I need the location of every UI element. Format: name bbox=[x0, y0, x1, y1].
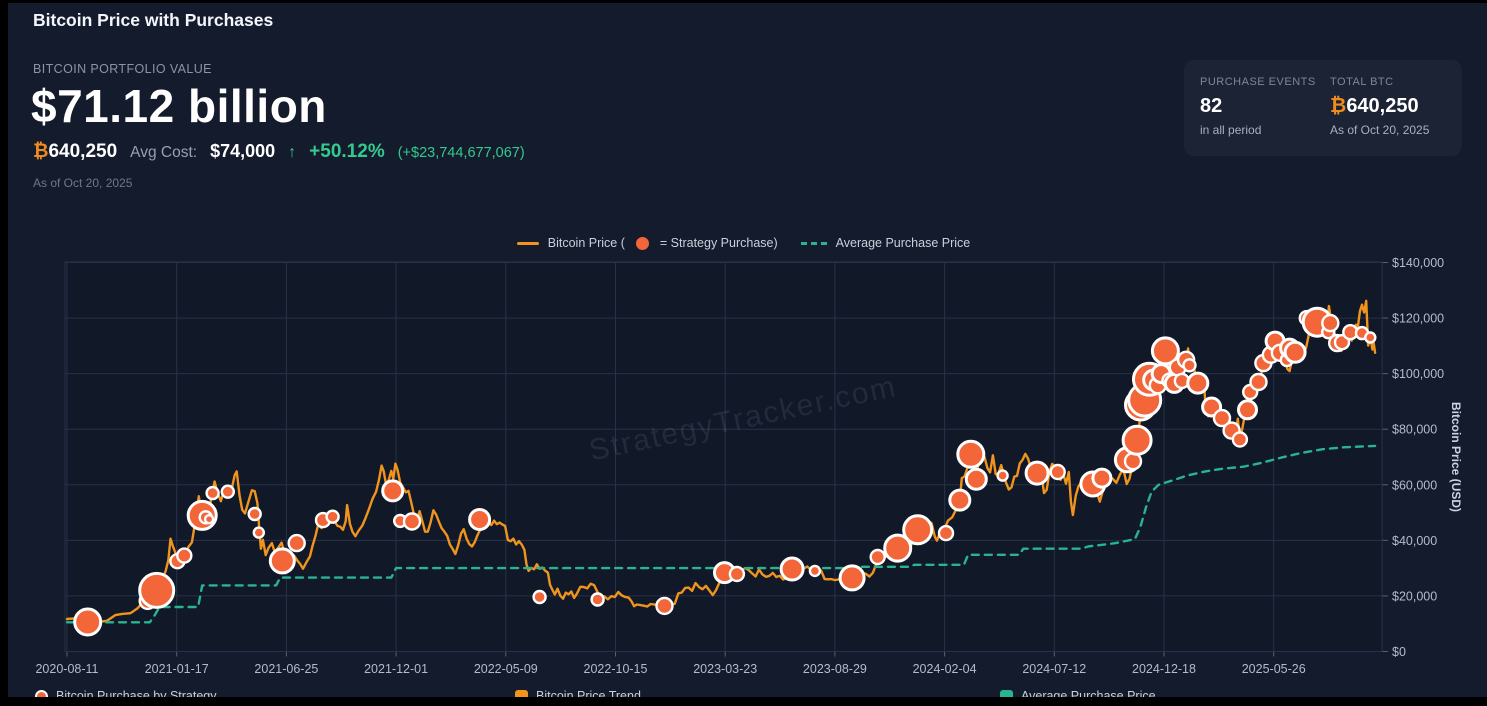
y-axis-tick-label: $100,000 bbox=[1392, 367, 1444, 381]
purchase-dot-swatch bbox=[636, 237, 649, 250]
purchase-marker[interactable] bbox=[958, 441, 984, 467]
purchase-marker[interactable] bbox=[904, 516, 932, 544]
purchase-marker[interactable] bbox=[939, 526, 953, 540]
purchase-marker[interactable] bbox=[534, 591, 546, 603]
purchase-marker[interactable] bbox=[1188, 373, 1208, 393]
purchase-marker[interactable] bbox=[383, 481, 403, 501]
purchase-marker[interactable] bbox=[404, 514, 420, 530]
y-axis-tick-label: $20,000 bbox=[1392, 589, 1437, 603]
y-axis-tick-label: $120,000 bbox=[1392, 312, 1444, 326]
chart-legend-top: Bitcoin Price ( = Strategy Purchase) Ave… bbox=[0, 236, 1487, 250]
purchase-marker[interactable] bbox=[1365, 333, 1375, 343]
y-axis-tick-label: $80,000 bbox=[1392, 423, 1437, 437]
purchase-marker[interactable] bbox=[205, 515, 213, 523]
purchase-marker[interactable] bbox=[1285, 342, 1305, 362]
purchase-marker[interactable] bbox=[289, 535, 305, 551]
y-axis-title: Bitcoin Price (USD) bbox=[1449, 402, 1463, 512]
bitcoin-price-chart: StrategyTracker.com$0$20,000$40,000$60,0… bbox=[0, 0, 1487, 706]
price-line-swatch bbox=[517, 242, 539, 245]
purchase-marker[interactable] bbox=[966, 469, 986, 489]
purchase-marker[interactable] bbox=[75, 609, 101, 635]
x-axis-tick-label: 2021-01-17 bbox=[145, 662, 209, 676]
purchase-marker[interactable] bbox=[730, 567, 744, 581]
purchase-marker[interactable] bbox=[840, 566, 864, 590]
purchase-marker[interactable] bbox=[950, 490, 970, 510]
purchase-marker[interactable] bbox=[270, 549, 294, 573]
purchase-marker[interactable] bbox=[249, 508, 261, 520]
purchase-marker[interactable] bbox=[1093, 469, 1111, 487]
purchase-marker[interactable] bbox=[1239, 401, 1257, 419]
x-axis-tick-label: 2022-05-09 bbox=[474, 662, 538, 676]
screen-edge-bottom bbox=[0, 697, 1487, 706]
y-axis-tick-label: $140,000 bbox=[1392, 256, 1444, 270]
screen-edge-top bbox=[0, 0, 1487, 3]
x-axis-tick-label: 2020-08-11 bbox=[35, 662, 98, 676]
purchase-marker[interactable] bbox=[871, 550, 885, 564]
x-axis-tick-label: 2024-07-12 bbox=[1022, 662, 1086, 676]
y-axis-tick-label: $40,000 bbox=[1392, 534, 1437, 548]
purchase-marker[interactable] bbox=[254, 528, 264, 538]
x-axis-tick-label: 2021-06-25 bbox=[254, 662, 318, 676]
x-axis-tick-label: 2021-12-01 bbox=[364, 662, 428, 676]
purchase-marker[interactable] bbox=[1251, 374, 1267, 390]
x-axis-tick-label: 2024-02-04 bbox=[913, 662, 977, 676]
x-axis-tick-label: 2023-03-23 bbox=[693, 662, 757, 676]
purchase-marker[interactable] bbox=[781, 558, 803, 580]
y-axis-tick-label: $60,000 bbox=[1392, 478, 1437, 492]
purchase-marker[interactable] bbox=[177, 549, 191, 563]
x-axis-tick-label: 2024-12-18 bbox=[1132, 662, 1196, 676]
purchase-marker[interactable] bbox=[1026, 462, 1048, 484]
x-axis-tick-label: 2022-10-15 bbox=[584, 662, 648, 676]
purchase-marker[interactable] bbox=[1184, 359, 1196, 371]
purchase-marker[interactable] bbox=[1123, 426, 1151, 454]
purchase-marker[interactable] bbox=[810, 566, 820, 576]
x-axis-tick-label: 2023-08-29 bbox=[803, 662, 867, 676]
plot-area bbox=[65, 262, 1382, 652]
purchase-marker[interactable] bbox=[207, 487, 219, 499]
purchase-marker[interactable] bbox=[657, 598, 673, 614]
purchase-marker[interactable] bbox=[1233, 433, 1247, 447]
legend-avg-label: Average Purchase Price bbox=[836, 236, 971, 250]
screen-edge-left bbox=[0, 0, 8, 706]
purchase-marker[interactable] bbox=[470, 510, 490, 530]
purchase-marker[interactable] bbox=[592, 594, 604, 606]
x-axis-tick-label: 2025-05-26 bbox=[1242, 662, 1306, 676]
purchase-marker[interactable] bbox=[1051, 465, 1065, 479]
legend-price-prefix: Bitcoin Price ( bbox=[548, 236, 625, 250]
purchase-marker[interactable] bbox=[1322, 315, 1338, 331]
purchase-marker[interactable] bbox=[327, 511, 339, 523]
y-axis-tick-label: $0 bbox=[1392, 645, 1406, 659]
avg-line-swatch bbox=[801, 242, 827, 245]
purchase-marker[interactable] bbox=[140, 573, 174, 607]
purchase-marker[interactable] bbox=[222, 486, 234, 498]
purchase-marker[interactable] bbox=[998, 471, 1008, 481]
legend-price-suffix: = Strategy Purchase) bbox=[660, 236, 778, 250]
